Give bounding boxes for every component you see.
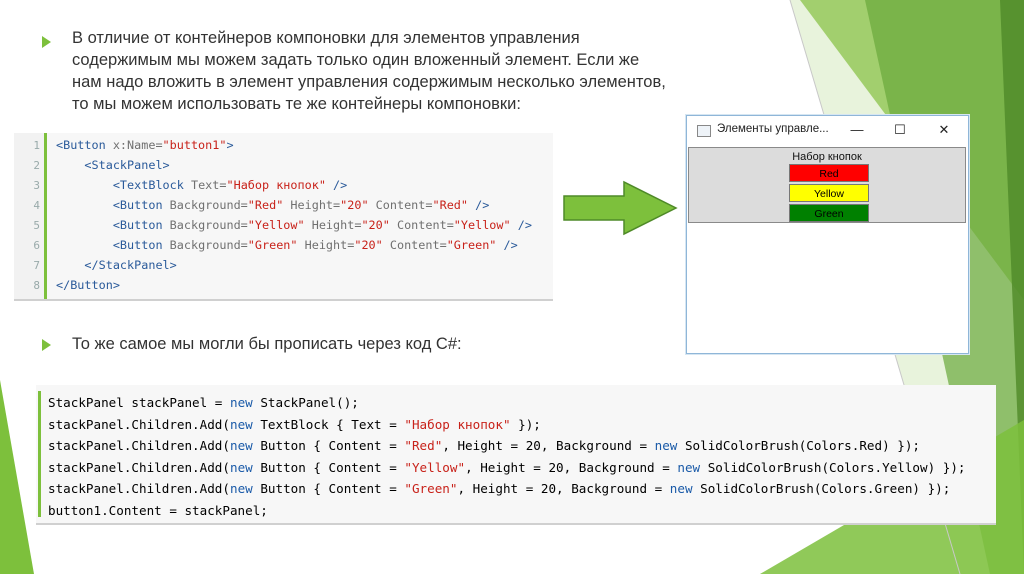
line-number: 1 — [33, 139, 40, 152]
line-number: 4 — [33, 199, 40, 212]
csharp-intro: То же самое мы могли бы прописать через … — [72, 335, 462, 353]
line-number-gutter — [14, 133, 47, 299]
green-button[interactable]: Green — [789, 204, 869, 222]
xaml-code-line: </StackPanel> — [84, 258, 177, 272]
app-icon — [697, 125, 711, 137]
bullet-icon — [42, 339, 51, 351]
csharp-code-block: StackPanel stackPanel = new StackPanel()… — [36, 385, 996, 525]
csharp-code-line: stackPanel.Children.Add(new Button { Con… — [48, 459, 966, 475]
xaml-code-line: <Button x:Name="button1"> — [56, 138, 234, 152]
stack-label: Набор кнопок — [792, 151, 862, 163]
csharp-code-line: stackPanel.Children.Add(new Button { Con… — [48, 438, 921, 454]
intro-line: то мы можем использовать те же контейнер… — [72, 95, 521, 113]
xaml-code-block: 1 <Button x:Name="button1"> 2 <StackPanel>… — [14, 133, 553, 301]
intro-line: содержимым мы можем задать только один в… — [72, 51, 640, 69]
bullet-icon — [42, 36, 51, 48]
xaml-code-line: <Button Background="Green" Height="20" C… — [112, 238, 518, 252]
intro-line: нам надо вложить в элемент управления со… — [72, 73, 666, 91]
xaml-code-line: <Button Background="Red" Height="20" Con… — [112, 198, 490, 212]
red-button[interactable]: Red — [789, 164, 869, 182]
csharp-code-line: stackPanel.Children.Add(new TextBlock { … — [48, 416, 541, 432]
window-title: Элементы управле... — [717, 123, 829, 135]
xaml-code-line: <TextBlock Text="Набор кнопок" /> — [112, 178, 348, 192]
decor-bottom-left — [0, 380, 34, 574]
intro-line: В отличие от контейнеров компоновки для … — [72, 29, 580, 47]
csharp-code-line: stackPanel.Children.Add(new Button { Con… — [48, 481, 951, 497]
line-number: 7 — [33, 259, 40, 272]
minimize-icon[interactable]: — — [845, 120, 869, 140]
line-number: 3 — [33, 179, 40, 192]
app-window: Элементы управле... — ☐ ✕ Набор кнопок R… — [686, 115, 969, 354]
maximize-icon[interactable]: ☐ — [888, 120, 912, 140]
line-number: 8 — [33, 279, 40, 292]
close-icon[interactable]: ✕ — [932, 120, 956, 140]
xaml-code-line: <StackPanel> — [84, 158, 170, 172]
window-titlebar[interactable]: Элементы управле... — ☐ ✕ — [687, 116, 968, 144]
yellow-button[interactable]: Yellow — [789, 184, 869, 202]
line-number: 2 — [33, 159, 40, 172]
xaml-code-line: </Button> — [56, 278, 120, 292]
csharp-code-line: StackPanel stackPanel = new StackPanel()… — [48, 395, 359, 410]
code-accent-bar — [38, 391, 41, 517]
intro-paragraph: В отличие от контейнеров компоновки для … — [72, 27, 666, 115]
csharp-code-line: button1.Content = stackPanel; — [48, 503, 268, 518]
right-arrow-icon — [563, 180, 678, 236]
line-number: 6 — [33, 239, 40, 252]
line-number: 5 — [33, 219, 40, 232]
button1[interactable]: Набор кнопок Red Yellow Green — [688, 147, 966, 223]
xaml-code-line: <Button Background="Yellow" Height="20" … — [112, 218, 532, 232]
